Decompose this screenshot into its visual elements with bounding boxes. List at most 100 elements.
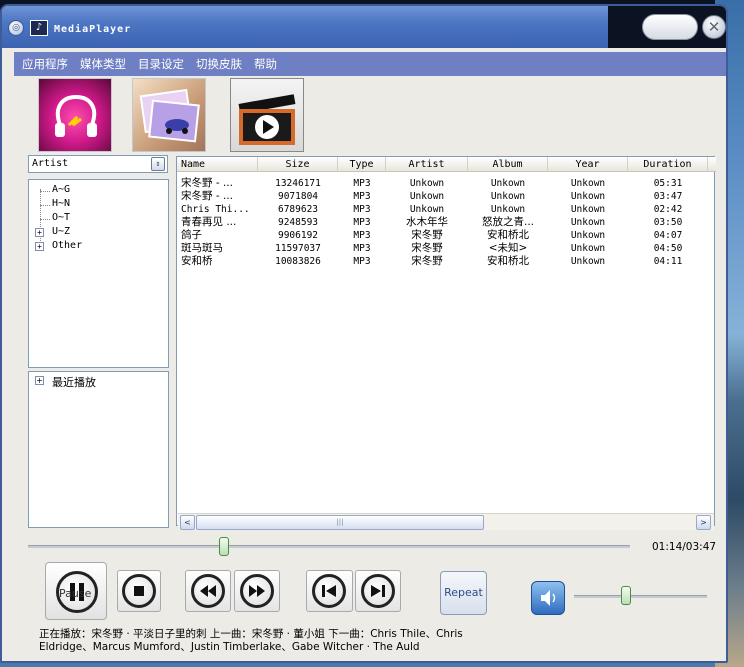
- cell-duration: 03:50: [653, 217, 683, 228]
- history-tree: + 最近播放: [28, 371, 169, 528]
- column-header-artist[interactable]: Artist: [386, 157, 468, 172]
- photo-icon[interactable]: [132, 78, 206, 152]
- cell-duration: 05:31: [653, 178, 683, 189]
- cell-size: 9248593: [277, 217, 319, 228]
- menu-item-help[interactable]: 帮助: [254, 56, 277, 72]
- column-header-year[interactable]: Year: [548, 157, 628, 172]
- cell-year: Unkown: [570, 230, 606, 241]
- cell-type: MP3: [353, 204, 371, 215]
- expand-plus-icon[interactable]: +: [35, 228, 44, 237]
- tree-node-a-g[interactable]: A~G: [29, 184, 169, 198]
- table-row[interactable]: 鸽子 9906192 MP3 宋冬野 安和桥北 Unkown 04:07: [177, 229, 716, 242]
- cell-year: Unkown: [570, 256, 606, 267]
- app-logo-icon: ♪: [30, 20, 48, 36]
- previous-track-button[interactable]: [306, 570, 353, 612]
- tree-node-label: A~G: [52, 184, 71, 195]
- next-track-button[interactable]: [355, 570, 401, 612]
- tree-node-label: U~Z: [52, 226, 71, 237]
- cell-duration: 02:42: [653, 204, 683, 215]
- stop-icon: [122, 574, 156, 608]
- expand-plus-icon[interactable]: +: [35, 242, 44, 251]
- cell-type: MP3: [353, 217, 371, 228]
- seek-track[interactable]: [28, 545, 630, 548]
- cell-size: 11597037: [275, 243, 321, 254]
- play-pause-button[interactable]: Pause: [45, 562, 107, 620]
- table-row[interactable]: Chris Thi... 6789623 MP3 Unkown Unkown Unkown…: [177, 203, 716, 216]
- volume-track[interactable]: [574, 595, 707, 598]
- fast-forward-button[interactable]: [234, 570, 280, 612]
- column-header-size[interactable]: Size: [258, 157, 338, 172]
- title-bar[interactable]: ◎ ♪ MediaPlayer ✕: [2, 6, 726, 48]
- volume-slider-thumb[interactable]: [620, 586, 631, 605]
- tree-node-other[interactable]: + Other: [29, 240, 169, 254]
- tree-node-recent[interactable]: + 最近播放: [29, 374, 169, 389]
- table-row[interactable]: 宋冬野 - ... 13246171 MP3 Unkown Unkown Unkown 05…: [177, 177, 716, 190]
- category-select[interactable]: Artist ⇕: [28, 155, 168, 173]
- column-header-duration[interactable]: Duration: [628, 157, 708, 172]
- cell-album: 怒放之青...: [481, 216, 534, 228]
- scroll-right-icon[interactable]: >: [696, 515, 711, 530]
- seek-slider-thumb[interactable]: [219, 537, 230, 556]
- table-row[interactable]: 安和桥 10083826 MP3 宋冬野 安和桥北 Unkown 04:11: [177, 255, 716, 268]
- cell-size: 13246171: [275, 178, 321, 189]
- menu-item-media-type[interactable]: 媒体类型: [80, 56, 126, 72]
- cell-type: MP3: [353, 230, 371, 241]
- song-list-header: Name Size Type Artist Album Year Duratio…: [177, 157, 716, 172]
- tree-node-h-n[interactable]: H~N: [29, 198, 169, 212]
- table-row[interactable]: 斑马斑马 11597037 MP3 宋冬野 <未知> Unkown 04:50: [177, 242, 716, 255]
- scroll-left-icon[interactable]: <: [180, 515, 195, 530]
- minimize-button[interactable]: [642, 14, 698, 40]
- cell-name: 鸽子: [181, 229, 202, 241]
- dropdown-arrow-icon[interactable]: ⇕: [151, 157, 165, 171]
- cell-artist: 宋冬野: [411, 229, 443, 241]
- previous-track-icon: [312, 574, 346, 608]
- headphone-icon[interactable]: [38, 78, 112, 152]
- cell-name: 宋冬野 - ...: [181, 177, 233, 189]
- cell-duration: 04:50: [653, 243, 683, 254]
- cell-duration: 04:11: [653, 256, 683, 267]
- column-header-album[interactable]: Album: [468, 157, 548, 172]
- tree-node-u-z[interactable]: + U~Z: [29, 226, 169, 240]
- column-header-name[interactable]: Name: [177, 157, 258, 172]
- column-header-type[interactable]: Type: [338, 157, 386, 172]
- tree-node-o-t[interactable]: O~T: [29, 212, 169, 226]
- cell-artist: 宋冬野: [411, 255, 443, 267]
- tree-node-label: H~N: [52, 198, 71, 209]
- category-select-value: Artist: [32, 158, 69, 169]
- volume-speaker-icon[interactable]: [531, 581, 565, 615]
- window-menu-icon[interactable]: ◎: [8, 20, 24, 36]
- menu-bar: 应用程序 媒体类型 目录设定 切换皮肤 帮助: [14, 52, 726, 76]
- table-row[interactable]: 宋冬野 - ... 9071804 MP3 Unkown Unkown Unkown 03:…: [177, 190, 716, 203]
- horizontal-scrollbar[interactable]: < ||| >: [178, 513, 714, 530]
- cell-size: 9071804: [277, 191, 319, 202]
- menu-item-switch-skin[interactable]: 切换皮肤: [196, 56, 242, 72]
- next-track-icon: [361, 574, 395, 608]
- table-row[interactable]: 青春再见 ... 9248593 MP3 水木年华 怒放之青... Unkown 03:50: [177, 216, 716, 229]
- video-clapper-icon[interactable]: [230, 78, 304, 152]
- stop-button[interactable]: [117, 570, 161, 612]
- scroll-thumb[interactable]: |||: [196, 515, 484, 530]
- rewind-button[interactable]: [185, 570, 231, 612]
- cell-artist: Unkown: [409, 204, 445, 215]
- cell-album: Unkown: [490, 204, 526, 215]
- tree-node-label: O~T: [52, 212, 71, 223]
- tree-connector: [40, 205, 50, 206]
- rewind-icon: [191, 574, 225, 608]
- cell-album: Unkown: [490, 191, 526, 202]
- cell-duration: 03:47: [653, 191, 683, 202]
- cell-name: 宋冬野 - ...: [181, 190, 233, 202]
- close-icon[interactable]: ✕: [702, 15, 726, 39]
- playback-time: 01:14/03:47: [652, 541, 717, 553]
- menu-item-directory-settings[interactable]: 目录设定: [138, 56, 184, 72]
- cell-size: 6789623: [277, 204, 319, 215]
- repeat-button[interactable]: Repeat: [440, 571, 487, 615]
- cell-type: MP3: [353, 178, 371, 189]
- window-title: MediaPlayer: [54, 24, 132, 35]
- cell-duration: 04:07: [653, 230, 683, 241]
- song-list: Name Size Type Artist Album Year Duratio…: [176, 156, 716, 526]
- expand-plus-icon[interactable]: +: [35, 376, 44, 385]
- cell-artist: Unkown: [409, 191, 445, 202]
- menu-item-apps[interactable]: 应用程序: [22, 56, 68, 72]
- cell-size: 9906192: [277, 230, 319, 241]
- tree-connector: [40, 219, 50, 220]
